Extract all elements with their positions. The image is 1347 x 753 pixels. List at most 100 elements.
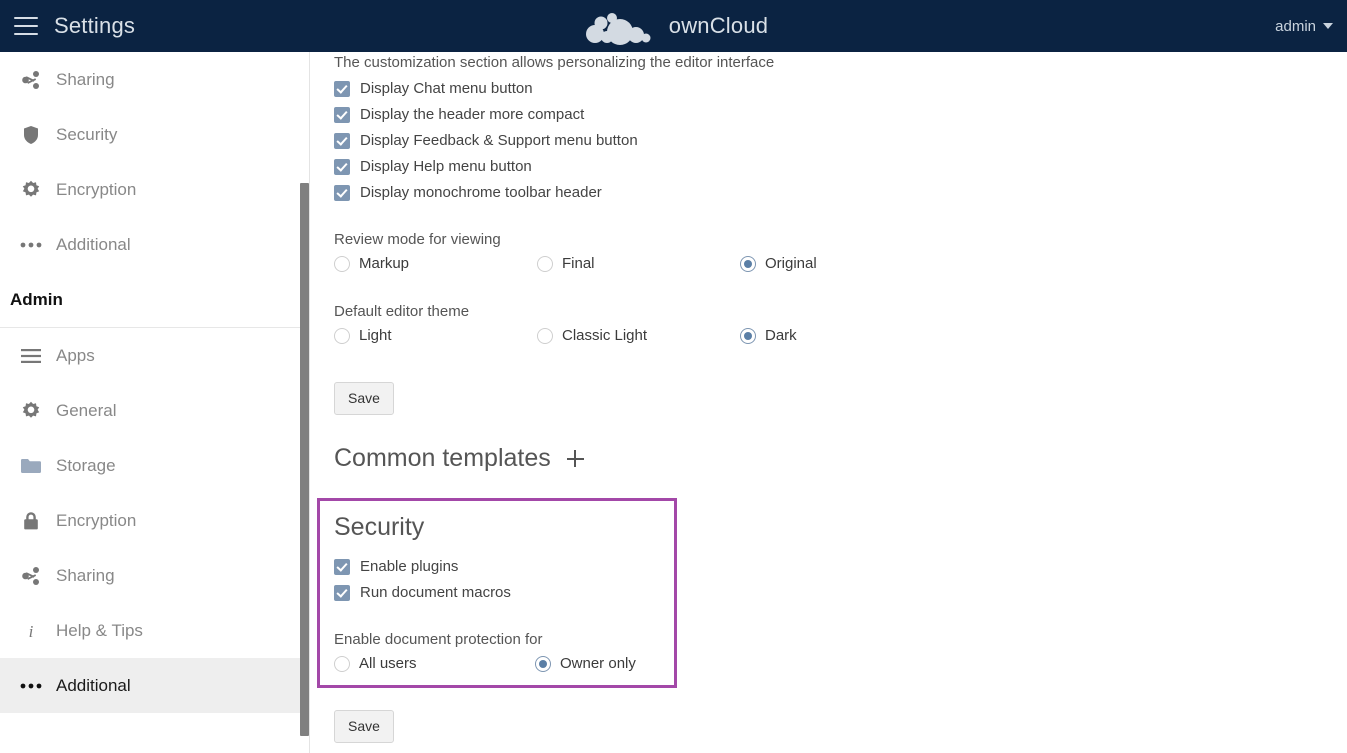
- security-title: Security: [334, 513, 425, 541]
- radio-icon: [537, 327, 553, 344]
- page-title: Settings: [54, 13, 136, 38]
- radio-label: Markup: [359, 255, 410, 272]
- editor-theme-label: Default editor theme: [334, 303, 470, 320]
- checkbox-display-header-compact[interactable]: Display the header more compact: [334, 106, 584, 123]
- radio-protection-all-users[interactable]: All users: [334, 655, 417, 672]
- info-icon: i: [8, 621, 54, 641]
- list-icon: [8, 348, 54, 364]
- customization-note: The customization section allows persona…: [334, 54, 775, 71]
- sidebar-item-label: Apps: [56, 345, 95, 365]
- sidebar-item-label: Sharing: [56, 69, 115, 89]
- radio-protection-owner-only[interactable]: Owner only: [535, 655, 636, 672]
- shield-icon: [8, 125, 54, 145]
- sidebar-item-sharing-personal[interactable]: Sharing: [0, 52, 309, 107]
- plus-icon[interactable]: [566, 450, 584, 467]
- folder-icon: [8, 458, 54, 474]
- share-icon: [8, 566, 54, 586]
- share-icon: [8, 70, 54, 90]
- radio-icon: [334, 327, 350, 344]
- user-name: admin: [1275, 17, 1316, 35]
- radio-label: Classic Light: [562, 327, 648, 344]
- radio-icon-selected: [740, 255, 756, 272]
- sidebar-item-label: Help & Tips: [56, 620, 143, 640]
- brand: ownCloud: [0, 0, 1347, 52]
- save-button-top[interactable]: Save: [334, 382, 394, 415]
- checkbox-label: Enable plugins: [360, 558, 459, 575]
- radio-icon: [334, 255, 350, 272]
- sidebar-item-sharing[interactable]: Sharing: [0, 548, 309, 603]
- lock-icon: [8, 511, 54, 531]
- sidebar-item-label: General: [56, 400, 117, 420]
- sidebar-item-additional[interactable]: Additional: [0, 658, 309, 713]
- checkbox-label: Display monochrome toolbar header: [360, 184, 602, 201]
- user-menu[interactable]: admin: [1275, 0, 1333, 52]
- radio-icon-selected: [740, 327, 756, 344]
- radio-review-final[interactable]: Final: [537, 255, 595, 272]
- radio-review-original[interactable]: Original: [740, 255, 817, 272]
- radio-label: Original: [765, 255, 817, 272]
- sidebar-scrollbar-thumb[interactable]: [300, 183, 309, 736]
- save-button-bottom[interactable]: Save: [334, 710, 394, 743]
- checkbox-display-feedback-support[interactable]: Display Feedback & Support menu button: [334, 132, 638, 149]
- sidebar-item-label: Sharing: [56, 565, 115, 585]
- sidebar-item-encryption-personal[interactable]: Encryption: [0, 162, 309, 217]
- sidebar-item-storage[interactable]: Storage: [0, 438, 309, 493]
- radio-theme-light[interactable]: Light: [334, 327, 392, 344]
- checkbox-display-monochrome-toolbar[interactable]: Display monochrome toolbar header: [334, 184, 602, 201]
- checkbox-enable-plugins[interactable]: Enable plugins: [334, 558, 458, 575]
- checkbox-display-help-menu-button[interactable]: Display Help menu button: [334, 158, 532, 175]
- app-header: Settings ownCloud admin: [0, 0, 1347, 52]
- sidebar-item-apps[interactable]: Apps: [0, 328, 309, 383]
- common-templates-header: Common templates: [334, 444, 584, 473]
- radio-label: Owner only: [560, 655, 636, 672]
- sidebar-item-help-and-tips[interactable]: i Help & Tips: [0, 603, 309, 658]
- review-mode-label: Review mode for viewing: [334, 231, 501, 248]
- checkbox-icon: [334, 132, 350, 149]
- sidebar-item-label: Security: [56, 124, 118, 144]
- checkbox-icon: [334, 584, 350, 601]
- chevron-down-icon: [1323, 23, 1333, 29]
- checkbox-run-document-macros[interactable]: Run document macros: [334, 584, 511, 601]
- checkbox-label: Run document macros: [360, 584, 511, 601]
- sidebar-section-admin: Admin: [0, 272, 309, 328]
- owncloud-cloud-logo: [585, 13, 651, 45]
- radio-label: All users: [359, 655, 417, 672]
- sidebar-item-label: Additional: [56, 234, 131, 254]
- checkbox-label: Display Help menu button: [360, 158, 532, 175]
- checkbox-icon: [334, 184, 350, 201]
- gear-icon: [8, 180, 54, 200]
- review-mode-radio-group: Markup Final Original: [311, 255, 1347, 277]
- checkbox-label: Display Chat menu button: [360, 80, 533, 97]
- sidebar-item-label: Encryption: [56, 179, 137, 199]
- checkbox-icon: [334, 558, 350, 575]
- main-content: The customization section allows persona…: [311, 52, 1347, 753]
- brand-name: ownCloud: [668, 13, 769, 38]
- sidebar-item-encryption[interactable]: Encryption: [0, 493, 309, 548]
- document-protection-radio-group: All users Owner only: [311, 655, 1347, 677]
- sidebar-item-label: Additional: [56, 675, 131, 695]
- radio-theme-classic-light[interactable]: Classic Light: [537, 327, 647, 344]
- radio-label: Final: [562, 255, 595, 272]
- sidebar: Sharing Security Encryption Additional A…: [0, 52, 310, 753]
- svg-text:i: i: [29, 622, 34, 641]
- checkbox-icon: [334, 106, 350, 123]
- radio-icon: [537, 255, 553, 272]
- ellipsis-icon: [8, 241, 54, 249]
- hamburger-icon[interactable]: [14, 17, 38, 35]
- checkbox-display-chat-menu-button[interactable]: Display Chat menu button: [334, 80, 533, 97]
- gear-icon: [8, 401, 54, 421]
- sidebar-item-label: Encryption: [56, 510, 137, 530]
- radio-review-markup[interactable]: Markup: [334, 255, 409, 272]
- checkbox-icon: [334, 80, 350, 97]
- radio-icon: [334, 655, 350, 672]
- radio-icon-selected: [535, 655, 551, 672]
- checkbox-icon: [334, 158, 350, 175]
- sidebar-item-additional-personal[interactable]: Additional: [0, 217, 309, 272]
- checkbox-label: Display the header more compact: [360, 106, 585, 123]
- document-protection-label: Enable document protection for: [334, 631, 543, 648]
- checkbox-label: Display Feedback & Support menu button: [360, 132, 638, 149]
- radio-theme-dark[interactable]: Dark: [740, 327, 797, 344]
- sidebar-item-general[interactable]: General: [0, 383, 309, 438]
- sidebar-item-security-personal[interactable]: Security: [0, 107, 309, 162]
- editor-theme-radio-group: Light Classic Light Dark: [311, 327, 1347, 349]
